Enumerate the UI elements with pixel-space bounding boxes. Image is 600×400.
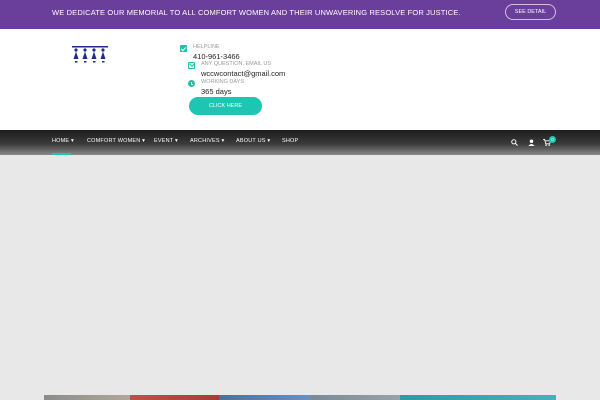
helpline-number[interactable]: 410-961-3466 <box>193 52 240 61</box>
see-detail-button[interactable]: SEE DETAIL <box>505 4 556 20</box>
email-label: ANY QUESTION, EMAIL US <box>201 61 271 67</box>
announcement-bar: WE DEDICATE OUR MEMORIAL TO ALL COMFORT … <box>0 0 600 29</box>
nav-item-event[interactable]: EVENT ▾ <box>154 138 178 144</box>
nav-item-comfort-women[interactable]: COMFORT WOMEN ▾ <box>87 138 145 144</box>
site-header: HELPLINE 410-961-3466 ANY QUESTION, EMAI… <box>0 29 600 130</box>
working-days-label: WORKING DAYS <box>201 79 244 85</box>
gallery-thumbnail[interactable] <box>44 395 130 400</box>
gallery-thumbnail[interactable] <box>310 395 400 400</box>
gallery-thumbnail[interactable] <box>219 395 310 400</box>
gallery-thumbnail[interactable] <box>400 395 556 400</box>
email-block: ANY QUESTION, EMAIL US wccwcontact@gmail… <box>180 61 285 78</box>
search-icon[interactable] <box>511 139 518 146</box>
site-logo[interactable] <box>70 44 110 64</box>
announcement-text: WE DEDICATE OUR MEMORIAL TO ALL COMFORT … <box>52 8 461 17</box>
nav-item-about-us[interactable]: ABOUT US ▾ <box>236 138 270 144</box>
hero-area <box>0 155 600 400</box>
four-women-figures-logo-icon <box>72 46 108 63</box>
main-nav: HOME ▾ COMFORT WOMEN ▾ EVENT ▾ ARCHIVES … <box>0 130 600 155</box>
email-address[interactable]: wccwcontact@gmail.com <box>201 69 285 78</box>
cart-count-badge: 0 <box>549 136 556 143</box>
nav-item-shop[interactable]: SHOP <box>282 138 298 144</box>
mail-icon <box>188 62 195 69</box>
working-days-value: 365 days <box>201 87 232 96</box>
clock-icon <box>188 80 195 87</box>
nav-item-archives[interactable]: ARCHIVES ▾ <box>190 138 224 144</box>
user-icon[interactable] <box>528 139 535 146</box>
helpline-label: HELPLINE <box>193 44 220 50</box>
gallery-thumbnail[interactable] <box>130 395 219 400</box>
click-here-button[interactable]: CLICK HERE <box>189 97 262 115</box>
check-icon <box>180 45 187 52</box>
helpline-block: HELPLINE 410-961-3466 <box>180 44 240 61</box>
nav-item-home[interactable]: HOME ▾ <box>52 138 74 144</box>
working-days-block: WORKING DAYS 365 days <box>180 79 244 96</box>
